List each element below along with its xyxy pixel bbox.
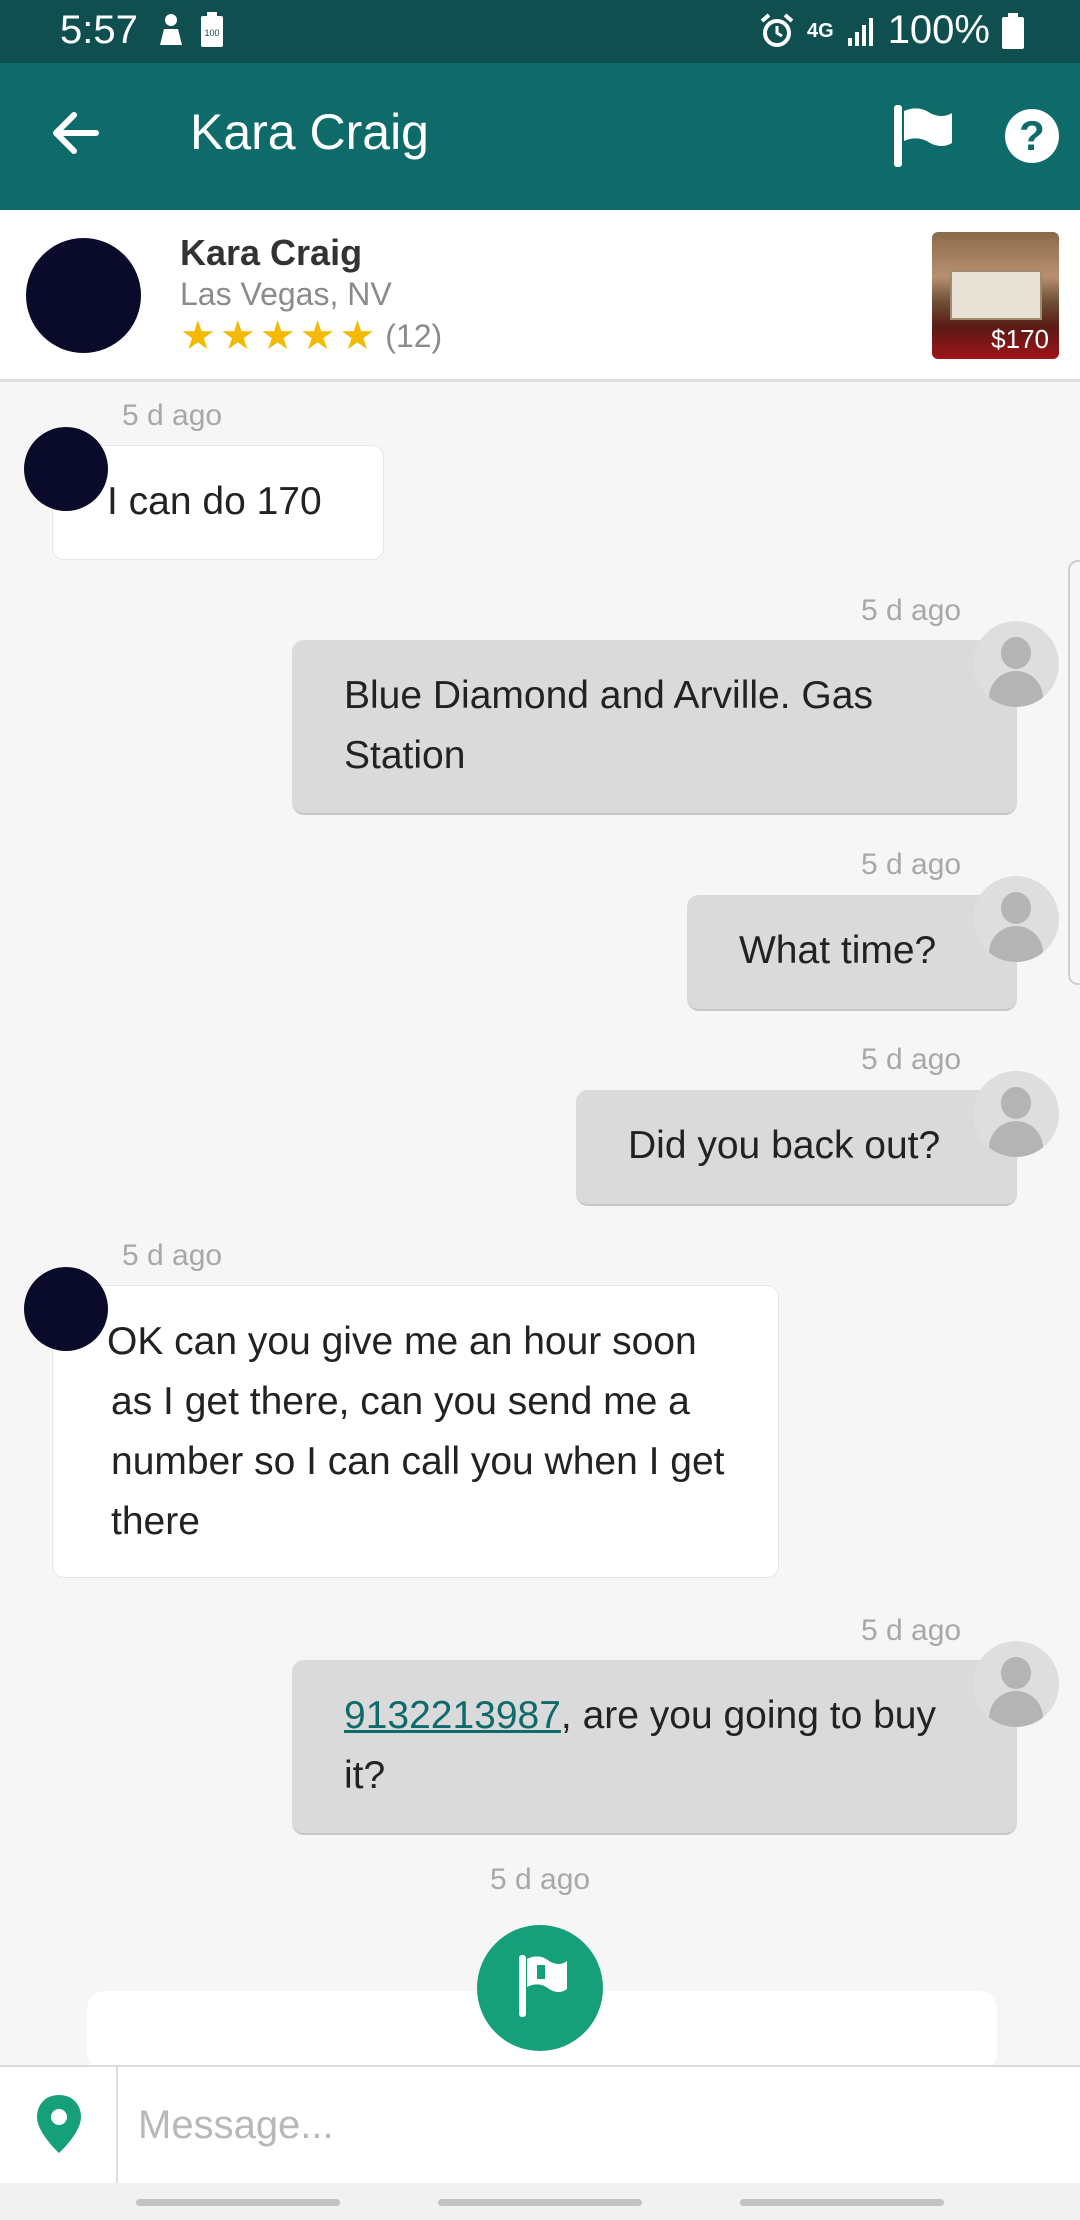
star-icon: ★ (259, 314, 296, 358)
back-button[interactable] (46, 103, 106, 163)
notification-icon (160, 14, 182, 45)
composer-bar (0, 2065, 1080, 2183)
outgoing-message[interactable]: Did you back out? (576, 1090, 1017, 1206)
star-icon: ★ (299, 314, 336, 358)
message-timestamp: 5 d ago (122, 399, 223, 432)
rating-count: (12) (385, 317, 443, 354)
status-time: 5:57 (60, 8, 138, 52)
system-nav-bar (0, 2183, 1080, 2220)
report-button[interactable] (888, 101, 958, 171)
nav-back-handle[interactable] (740, 2199, 944, 2206)
seller-avatar[interactable] (26, 238, 141, 353)
message-timestamp: 5 d ago (861, 1614, 962, 1647)
seller-header[interactable]: Kara Craig Las Vegas, NV ★ ★ ★ ★ ★ (12) … (0, 210, 1080, 382)
message-text: What time? (739, 929, 937, 972)
incoming-message[interactable]: OK can you give me an hour soon as I get… (52, 1285, 779, 1578)
my-avatar (973, 876, 1059, 962)
my-avatar (973, 1641, 1059, 1727)
nav-recents-handle[interactable] (136, 2199, 340, 2206)
message-input[interactable] (138, 2095, 1038, 2155)
share-location-button[interactable] (0, 2067, 118, 2183)
sender-avatar (24, 427, 108, 511)
status-bar: 5:57 100 4G 100% (0, 0, 1080, 63)
message-text: I can do 170 (107, 480, 322, 523)
svg-text:100: 100 (204, 28, 219, 38)
message-timestamp: 5 d ago (490, 1863, 591, 1896)
battery-percent: 100% (887, 8, 990, 52)
message-text: OK can you give me an hour soon as I get… (107, 1320, 725, 1543)
outgoing-message[interactable]: Blue Diamond and Arville. Gas Station (292, 640, 1017, 815)
alarm-icon (760, 12, 794, 47)
network-type: 4G (807, 19, 834, 42)
message-timestamp: 5 d ago (861, 594, 962, 627)
message-timestamp: 5 d ago (122, 1239, 223, 1272)
item-price: $170 (991, 324, 1049, 354)
message-list[interactable]: 5 d ago I can do 170 5 d ago Blue Diamon… (0, 385, 1080, 2071)
flag-icon (519, 1955, 567, 2017)
seller-rating: ★ ★ ★ ★ ★ (12) (180, 316, 442, 356)
message-text: Blue Diamond and Arville. Gas Station (344, 674, 873, 777)
help-button[interactable]: ? (1005, 109, 1059, 163)
battery-icon (1002, 12, 1024, 49)
flag-icon (894, 105, 952, 167)
back-arrow-icon (53, 112, 99, 154)
nav-home-handle[interactable] (438, 2199, 642, 2206)
conversation-title: Kara Craig (190, 104, 429, 160)
status-left-icons: 100 (156, 12, 224, 48)
seller-location: Las Vegas, NV (180, 276, 392, 312)
map-pin-icon (37, 2095, 81, 2153)
message-timestamp: 5 d ago (861, 848, 962, 881)
sender-avatar (24, 1267, 108, 1351)
signal-icon (847, 17, 873, 46)
outgoing-message[interactable]: What time? (687, 895, 1017, 1011)
outgoing-message[interactable]: 9132213987, are you going to buy it? (292, 1660, 1017, 1835)
app-bar: Kara Craig ? (0, 63, 1080, 210)
status-right: 4G 100% (759, 8, 1024, 53)
report-flag-badge[interactable] (477, 1925, 603, 2051)
my-avatar (973, 621, 1059, 707)
message-text: Did you back out? (628, 1124, 941, 1167)
star-icon: ★ (180, 314, 216, 358)
my-avatar (973, 1071, 1059, 1157)
item-thumbnail[interactable]: $170 (932, 232, 1059, 359)
star-icon: ★ (219, 314, 256, 358)
message-timestamp: 5 d ago (861, 1043, 962, 1076)
battery-saver-icon: 100 (201, 12, 223, 47)
side-panel-edge[interactable] (1068, 560, 1080, 985)
item-image (950, 270, 1042, 320)
star-icon: ★ (339, 314, 376, 358)
phone-number-link[interactable]: 9132213987 (344, 1694, 561, 1737)
seller-name: Kara Craig (180, 232, 363, 273)
